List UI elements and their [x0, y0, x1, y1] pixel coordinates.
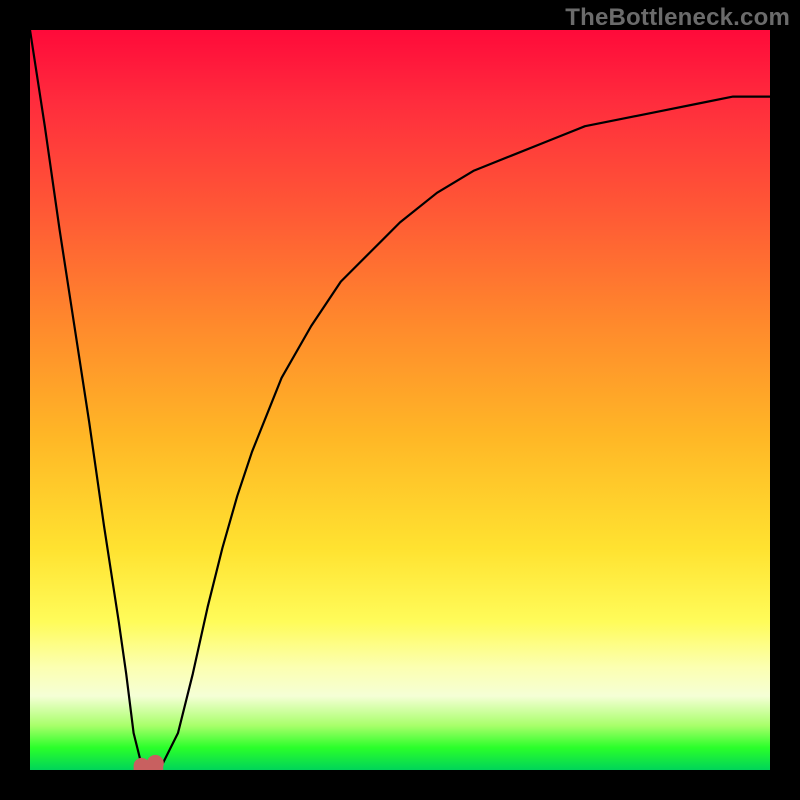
- bottleneck-curve: [30, 30, 770, 770]
- valley-marker: [134, 755, 164, 770]
- plot-area: [30, 30, 770, 770]
- watermark-text: TheBottleneck.com: [565, 4, 790, 32]
- outer-frame: TheBottleneck.com: [0, 0, 800, 800]
- chart-svg: [30, 30, 770, 770]
